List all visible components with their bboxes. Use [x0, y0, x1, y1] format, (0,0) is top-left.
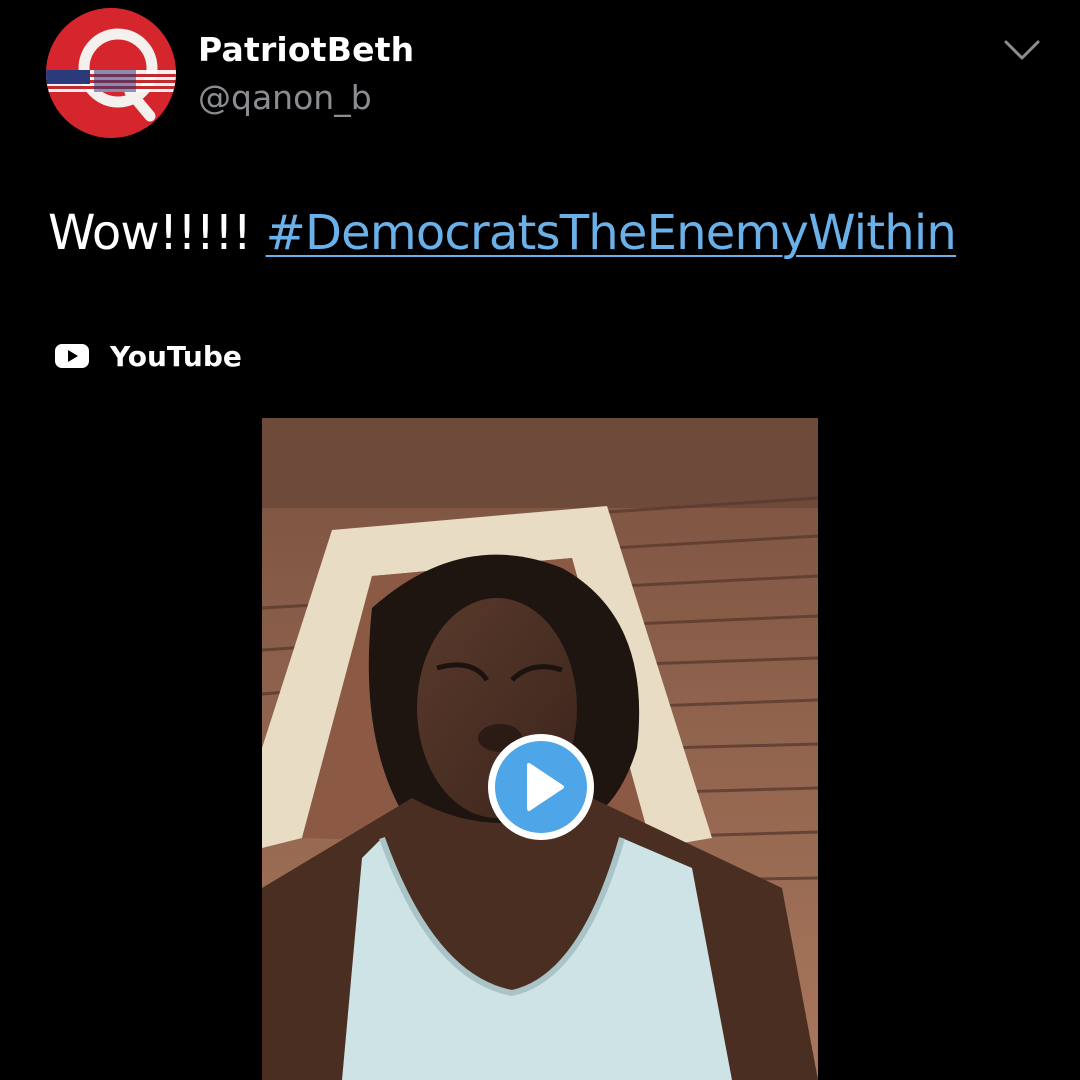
- tweet: PatriotBeth @qanon_b Wow!!!!! #Democrats…: [0, 0, 1080, 1080]
- avatar[interactable]: [46, 8, 176, 138]
- card-source-label: YouTube: [110, 339, 242, 373]
- author-handle[interactable]: @qanon_b: [198, 78, 414, 118]
- author-display-name[interactable]: PatriotBeth: [198, 30, 414, 70]
- hashtag-link[interactable]: #DemocratsTheEnemyWithin: [266, 205, 957, 261]
- tweet-body-text: Wow!!!!!: [48, 205, 252, 261]
- chevron-down-icon: [1004, 40, 1040, 60]
- tweet-menu-button[interactable]: [1000, 30, 1044, 70]
- tweet-text: Wow!!!!! #DemocratsTheEnemyWithin: [48, 200, 957, 266]
- youtube-icon: [55, 344, 89, 368]
- card-source[interactable]: YouTube: [54, 336, 242, 376]
- play-button[interactable]: [484, 730, 598, 844]
- avatar-q-flag-icon: [46, 8, 176, 138]
- author-block[interactable]: PatriotBeth @qanon_b: [198, 30, 414, 118]
- play-icon: [488, 734, 594, 840]
